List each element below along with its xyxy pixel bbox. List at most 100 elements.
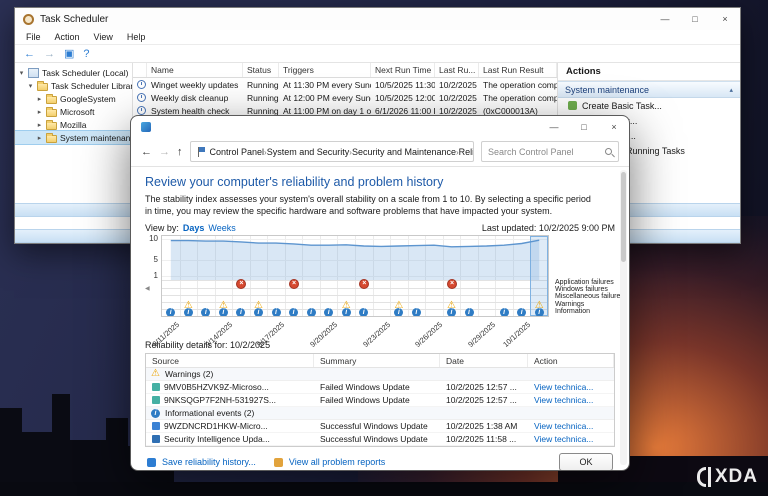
up-icon[interactable]: ↑ <box>177 146 183 158</box>
info-icon: i <box>218 307 228 317</box>
task-row[interactable]: Winget weekly updates Running At 11:30 PM … <box>133 78 557 91</box>
task-icon-cell <box>133 106 147 115</box>
details-action: View technica... <box>528 382 614 392</box>
y-axis-label: 5 <box>153 254 158 264</box>
column-header-triggers[interactable]: Triggers <box>279 63 371 77</box>
tree-item-system-maintenance[interactable]: ▸ System maintenance <box>15 130 132 145</box>
tree-item-googlesystem[interactable]: ▸ GoogleSystem <box>15 92 132 105</box>
forward-icon[interactable]: → <box>44 48 55 60</box>
close-icon[interactable]: × <box>599 116 629 137</box>
expand-icon[interactable]: ▸ <box>36 134 43 142</box>
column-header-next-run-time[interactable]: Next Run Time <box>371 63 435 77</box>
details-row[interactable]: 9NKSQGP7F2NH-531927S... Failed Windows Up… <box>146 394 614 408</box>
ok-button[interactable]: OK <box>559 453 613 470</box>
actions-section-label: System maintenance <box>565 84 650 95</box>
view-technical-link[interactable]: View technica... <box>534 382 593 392</box>
action-item-create-basic-task[interactable]: Create Basic Task... <box>558 98 740 113</box>
info-icon: i <box>151 408 160 418</box>
details-column-summary[interactable]: Summary <box>314 354 440 368</box>
window-icon[interactable]: ▣ <box>64 47 74 60</box>
tree-item-microsoft[interactable]: ▸ Microsoft <box>15 105 132 118</box>
view-reports-link[interactable]: View all problem reports <box>289 457 385 467</box>
breadcrumb-item[interactable]: Control Panel <box>210 147 265 157</box>
expand-icon[interactable]: ▾ <box>18 69 25 77</box>
chart-y-axis: 10 5 1 ◀ <box>145 234 161 317</box>
details-summary: Failed Windows Update <box>320 395 410 406</box>
details-column-source[interactable]: Source <box>146 354 314 368</box>
details-summary: Successful Windows Update <box>320 421 428 432</box>
reliability-chart[interactable]: × × × × ⚠ ⚠ ⚠ ⚠ ⚠ ⚠ ⚠ i i i i i i i i i i i i i i i i i i i <box>161 235 549 318</box>
expand-icon[interactable]: ▸ <box>36 95 43 103</box>
task-result: The operation completed suc... <box>483 79 557 90</box>
info-icon: i <box>517 307 527 317</box>
ground-silhouette <box>0 482 768 496</box>
tree-item-root[interactable]: ▾ Task Scheduler (Local) <box>15 66 132 79</box>
forward-icon[interactable]: → <box>159 146 170 158</box>
details-row[interactable]: 9MV0B5HZVK9Z-Microso... Failed Windows Up… <box>146 381 614 395</box>
actions-section-header[interactable]: System maintenance ▴ <box>558 81 740 98</box>
menu-item-file[interactable]: File <box>19 32 48 42</box>
task-next_run: 10/5/2025 12:00 PM <box>375 92 435 103</box>
details-header: Source Summary Date Action <box>146 354 614 369</box>
breadcrumb-item[interactable]: Security and Maintenance <box>352 147 456 157</box>
minimize-icon[interactable]: — <box>539 116 569 137</box>
breadcrumb[interactable]: Control Panel›System and Security›Securi… <box>189 141 474 162</box>
folder-icon <box>46 106 57 117</box>
view-technical-link[interactable]: View technica... <box>534 421 593 431</box>
reliability-titlebar[interactable]: — □ × <box>131 116 629 137</box>
expand-icon[interactable]: ▸ <box>36 108 43 116</box>
column-header-name[interactable]: Name <box>147 63 243 77</box>
folder-icon <box>37 80 48 91</box>
menu-item-help[interactable]: Help <box>120 32 153 42</box>
task-row[interactable]: Weekly disk cleanup Running At 12:00 PM ev… <box>133 91 557 104</box>
xda-logo-text: XDA <box>714 466 758 487</box>
column-header-status[interactable]: Status <box>243 63 279 77</box>
close-icon[interactable]: × <box>710 8 740 30</box>
task-icon <box>137 106 146 115</box>
source-label: 9MV0B5HZVK9Z-Microso... <box>164 382 269 393</box>
scroll-left-icon[interactable]: ◀ <box>145 285 150 292</box>
search-input[interactable]: Search Control Panel <box>481 141 619 162</box>
toolbar: ← → ▣? <box>15 45 740 63</box>
details-column-action[interactable]: Action <box>528 354 614 368</box>
maximize-icon[interactable]: □ <box>680 8 710 30</box>
task-scheduler-titlebar[interactable]: Task Scheduler — □ × <box>15 8 740 30</box>
view-technical-link[interactable]: View technica... <box>534 395 593 405</box>
search-icon <box>605 148 612 155</box>
back-icon[interactable]: ← <box>141 146 152 158</box>
reliability-footer: Save reliability history... View all pro… <box>145 450 615 470</box>
tree-item-library[interactable]: ▾ Task Scheduler Library <box>15 79 132 92</box>
expand-icon[interactable]: ▾ <box>27 82 34 90</box>
column-header-last-ru-[interactable]: Last Ru... <box>435 63 479 77</box>
tree-item-label: GoogleSystem <box>60 93 116 104</box>
scrollbar-thumb[interactable] <box>621 172 626 262</box>
details-row[interactable]: 9WZDNCRD1HKW-Micro... Successful Windows … <box>146 420 614 434</box>
scrollbar[interactable] <box>620 170 627 465</box>
source-label: 9NKSQGP7F2NH-531927S... <box>164 395 276 406</box>
expand-icon[interactable]: ▸ <box>36 121 43 129</box>
info-icon: i <box>359 307 369 317</box>
details-action: View technica... <box>528 395 614 405</box>
task-triggers: At 11:30 PM every Sunday o... <box>283 79 371 90</box>
view-weeks-link[interactable]: Weeks <box>208 223 235 233</box>
tree-item-mozilla[interactable]: ▸ Mozilla <box>15 118 132 131</box>
collapse-icon[interactable]: ▴ <box>729 86 733 94</box>
details-row[interactable]: Security Intelligence Upda... Successful … <box>146 433 614 447</box>
menu-item-view[interactable]: View <box>87 32 120 42</box>
task-icon <box>137 93 146 102</box>
back-icon[interactable]: ← <box>24 48 35 60</box>
menu-item-action[interactable]: Action <box>48 32 87 42</box>
task-icon-cell <box>133 80 147 89</box>
view-technical-link[interactable]: View technica... <box>534 434 593 444</box>
tree-item-label: Microsoft <box>60 106 95 117</box>
minimize-icon[interactable]: — <box>650 8 680 30</box>
save-history-link[interactable]: Save reliability history... <box>162 457 256 467</box>
column-header-last-run-result[interactable]: Last Run Result <box>479 63 557 77</box>
breadcrumb-item[interactable]: System and Security <box>267 147 350 157</box>
maximize-icon[interactable]: □ <box>569 116 599 137</box>
breadcrumb-item[interactable]: Reliability Monitor <box>459 147 473 157</box>
view-days-link[interactable]: Days <box>183 223 205 233</box>
help-icon[interactable]: ? <box>83 48 89 60</box>
reliability-app-icon <box>141 121 151 132</box>
tree-item-label: Mozilla <box>60 119 87 130</box>
